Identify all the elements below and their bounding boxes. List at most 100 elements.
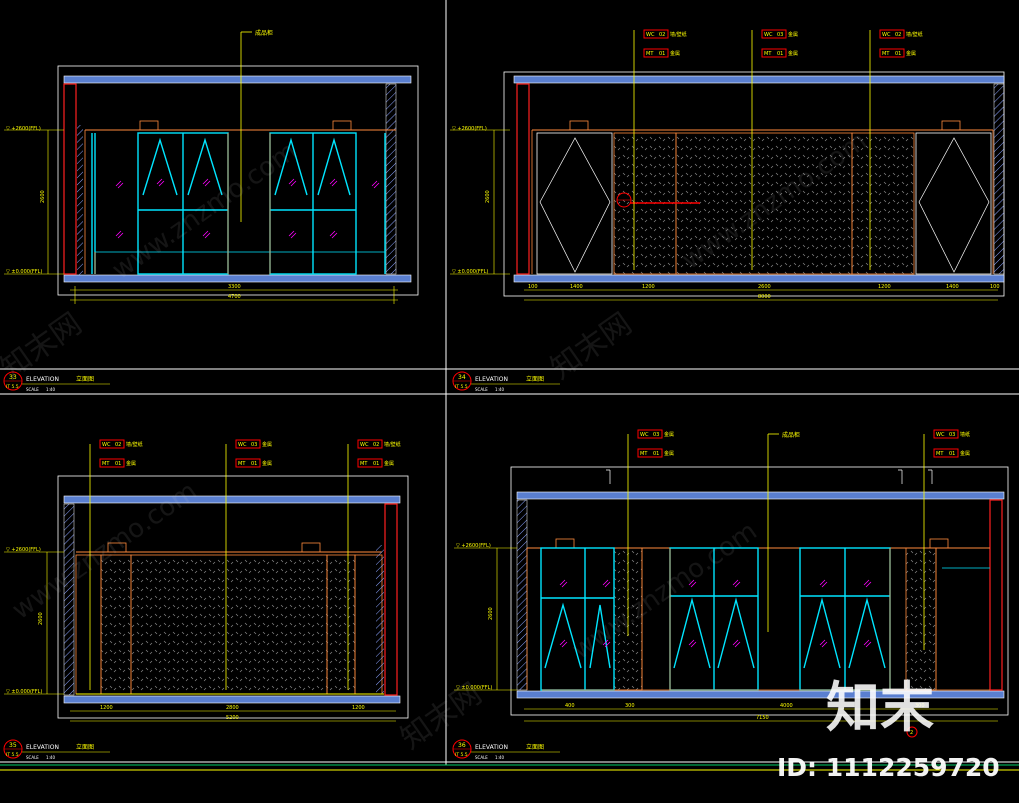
svg-text:WC: WC — [936, 432, 945, 438]
svg-text:400: 400 — [565, 703, 575, 709]
svg-text:ELEVATION: ELEVATION — [26, 744, 59, 751]
door-right — [915, 132, 992, 275]
svg-text:2800: 2800 — [226, 705, 239, 711]
svg-text:02: 02 — [373, 442, 379, 448]
svg-text:IT 5.5: IT 5.5 — [455, 384, 468, 390]
svg-text:2600: 2600 — [485, 190, 491, 203]
svg-text:知末网: 知末网 — [545, 306, 639, 386]
tags-34: WC 02 墙/壁纸 MT 01 金属 WC 03 金属 MT 01 金属 WC… — [643, 29, 923, 58]
svg-text:8000: 8000 — [758, 294, 771, 300]
wall-right-hatch — [993, 83, 1005, 275]
svg-text:02: 02 — [659, 32, 665, 38]
svg-text:01: 01 — [659, 51, 665, 57]
wall-right-column — [384, 503, 398, 696]
svg-text:100: 100 — [990, 284, 1000, 290]
svg-text:金属: 金属 — [664, 431, 674, 438]
svg-text:01: 01 — [251, 461, 257, 467]
wall-left-hatch — [63, 503, 75, 696]
right-hatch-strip — [376, 545, 384, 693]
ceiling-slab — [516, 491, 1005, 500]
svg-text:1400: 1400 — [946, 284, 959, 290]
svg-text:WC: WC — [640, 432, 649, 438]
svg-text:100: 100 — [528, 284, 538, 290]
svg-text:1:40: 1:40 — [46, 755, 55, 760]
svg-text:03: 03 — [949, 432, 955, 438]
svg-text:03: 03 — [653, 432, 659, 438]
wall-left-column — [63, 83, 77, 275]
svg-text:▽ +2600(FFL): ▽ +2600(FFL) — [6, 126, 41, 132]
dim-total: 4700 — [228, 294, 241, 300]
svg-text:MT: MT — [360, 461, 368, 467]
elevation-33: 成品柜 ▽ +2600(FFL) ▽ ±0.000(FFL) 2600 3300… — [4, 29, 419, 304]
svg-text:墙/壁纸: 墙/壁纸 — [670, 31, 687, 38]
svg-text:MT: MT — [238, 461, 246, 467]
dim-text: 3300 — [228, 284, 241, 290]
svg-text:2600: 2600 — [488, 607, 494, 620]
svg-text:墙/壁纸: 墙/壁纸 — [126, 441, 143, 448]
drawing-canvas: 成品柜 ▽ +2600(FFL) ▽ ±0.000(FFL) 2600 3300… — [0, 0, 1019, 782]
svg-text:1:40: 1:40 — [495, 387, 504, 392]
fabric-panel — [130, 554, 328, 695]
svg-text:MT: MT — [882, 51, 890, 57]
svg-text:02: 02 — [115, 442, 121, 448]
svg-text:36: 36 — [458, 742, 466, 749]
svg-text:金属: 金属 — [670, 50, 680, 57]
id-label: ID: 1112259720 — [777, 753, 1000, 782]
svg-text:知末网: 知末网 — [0, 306, 88, 386]
svg-text:01: 01 — [949, 451, 955, 457]
svg-text:1:40: 1:40 — [495, 755, 504, 760]
svg-text:03: 03 — [251, 442, 257, 448]
ceiling-box — [332, 120, 352, 131]
svg-text:金属: 金属 — [262, 460, 272, 467]
svg-text:SCALE: SCALE — [26, 755, 39, 760]
door-left — [536, 132, 613, 275]
svg-text:01: 01 — [373, 461, 379, 467]
svg-text:墙纸: 墙纸 — [960, 431, 970, 438]
fabric-panel — [326, 554, 356, 695]
title-block-36: 36 IT 5.5 ELEVATION 立面图 SCALE 1:40 — [452, 739, 560, 760]
svg-text:WC: WC — [238, 442, 247, 448]
level-marks: ▽ +2600(FFL) ▽ ±0.000(FFL) 2600 — [6, 126, 46, 275]
elevation-34: WC 02 墙/壁纸 MT 01 金属 WC 03 金属 MT 01 金属 WC… — [450, 29, 1005, 301]
title-block-34: 34 IT 5.5 ELEVATION 立面图 SCALE 1:40 — [452, 371, 560, 392]
svg-text:SCALE: SCALE — [475, 387, 488, 392]
ceiling-box — [139, 120, 159, 131]
svg-text:▽ +2600(FFL): ▽ +2600(FFL) — [452, 126, 487, 132]
svg-text:MT: MT — [102, 461, 110, 467]
tags-36: WC 03 金属 MT 01 金属 WC 03 墙纸 MT 01 金属 — [637, 429, 970, 458]
svg-text:墙/壁纸: 墙/壁纸 — [906, 31, 923, 38]
fabric-panel — [100, 554, 132, 695]
svg-text:金属: 金属 — [788, 50, 798, 57]
ceiling-slab — [63, 75, 412, 84]
svg-text:www.znzmo.com: www.znzmo.com — [107, 136, 303, 286]
svg-text:35: 35 — [9, 742, 17, 749]
svg-text:01: 01 — [653, 451, 659, 457]
ceiling-box — [555, 538, 575, 549]
svg-text:01: 01 — [777, 51, 783, 57]
svg-text:300: 300 — [625, 703, 635, 709]
svg-text:1:40: 1:40 — [46, 387, 55, 392]
svg-text:4000: 4000 — [780, 703, 793, 709]
svg-text:2600: 2600 — [40, 190, 46, 203]
svg-text:金属: 金属 — [960, 450, 970, 457]
svg-text:金属: 金属 — [788, 31, 798, 38]
svg-text:MT: MT — [646, 51, 654, 57]
ceiling-box — [941, 120, 961, 131]
svg-text:MT: MT — [640, 451, 648, 457]
tags-35: WC 02 墙/壁纸 MT 01 金属 WC 03 金属 MT 01 金属 WC… — [99, 439, 401, 468]
svg-text:1200: 1200 — [352, 705, 365, 711]
svg-text:34: 34 — [458, 374, 466, 381]
svg-text:2600: 2600 — [758, 284, 771, 290]
svg-text:IT 5.5: IT 5.5 — [6, 752, 19, 758]
svg-text:立面图: 立面图 — [76, 743, 94, 751]
svg-text:www.znzmo.com: www.znzmo.com — [567, 516, 763, 666]
svg-text:IT 5.5: IT 5.5 — [455, 752, 468, 758]
wall-left-hatch — [77, 125, 83, 275]
ceiling-slab — [63, 495, 401, 504]
svg-text:WC: WC — [882, 32, 891, 38]
svg-text:ELEVATION: ELEVATION — [475, 376, 508, 383]
svg-text:01: 01 — [895, 51, 901, 57]
svg-text:金属: 金属 — [906, 50, 916, 57]
svg-text:立面图: 立面图 — [526, 743, 544, 751]
wall-left-column — [516, 83, 530, 275]
